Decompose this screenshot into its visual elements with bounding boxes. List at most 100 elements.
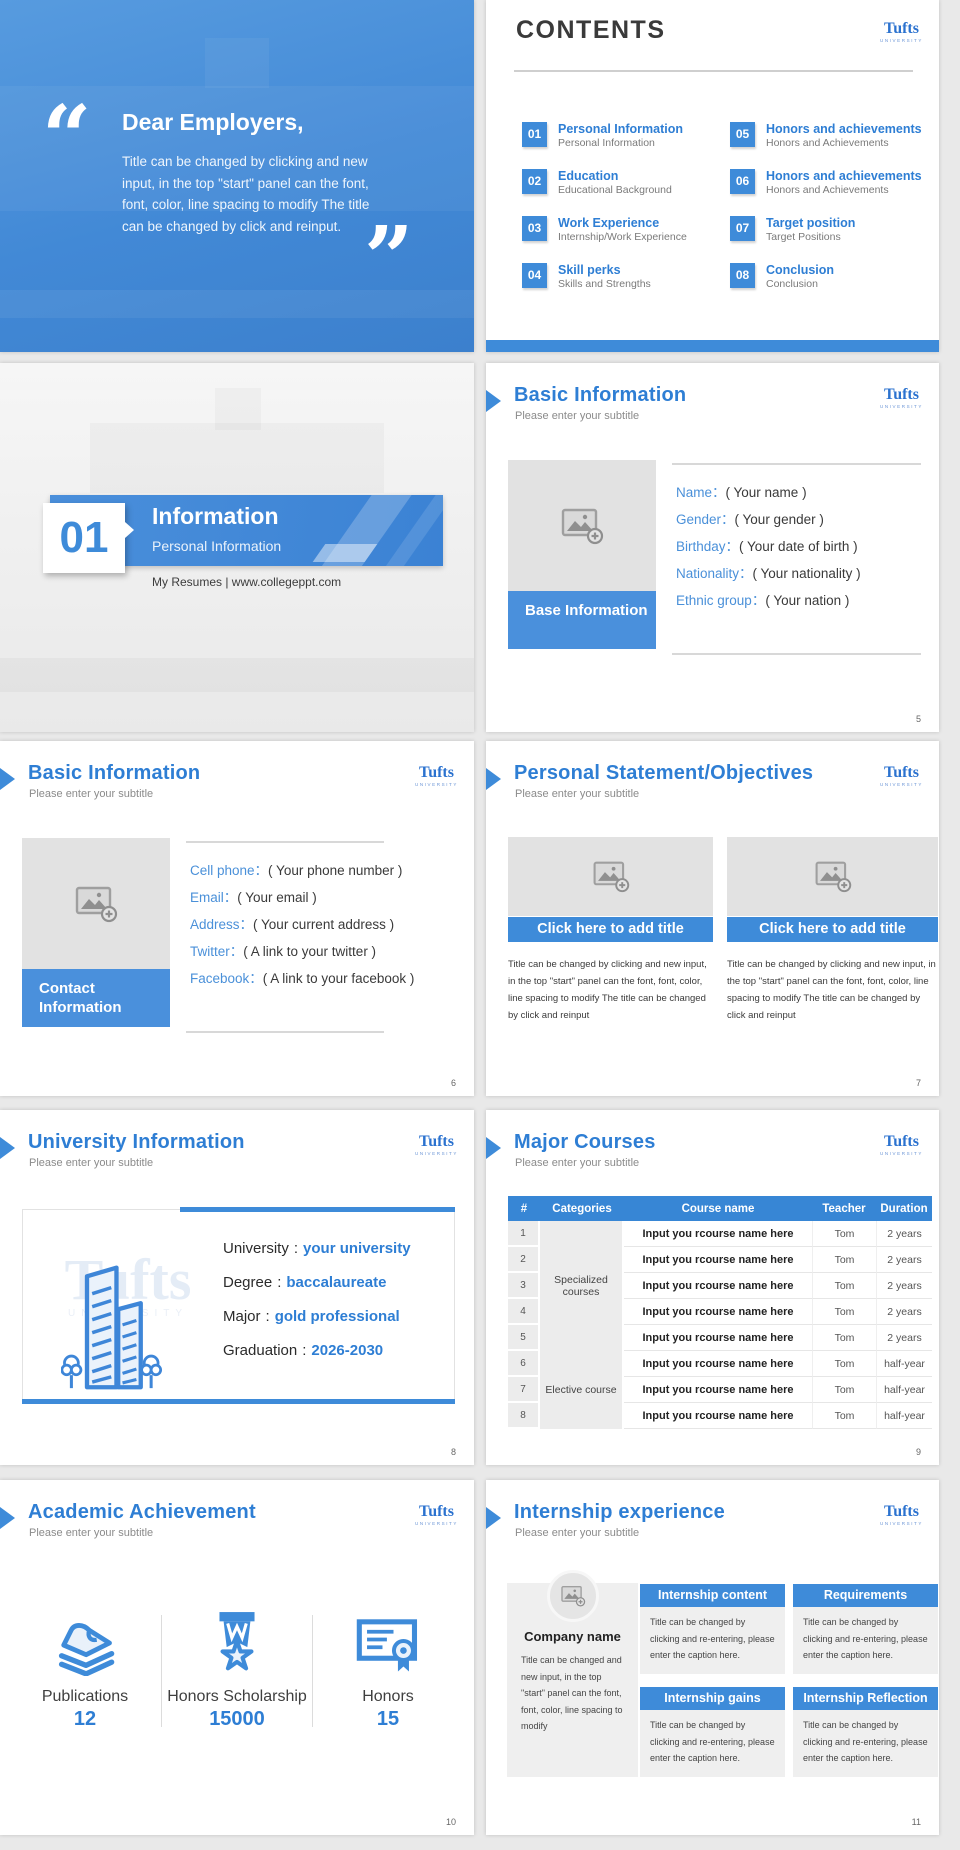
divider — [672, 653, 921, 655]
field-colon: ： — [739, 566, 753, 581]
slide-subtitle: Please enter your subtitle — [515, 788, 639, 800]
toc-number-badge: 08 — [730, 263, 755, 288]
slide-personal-statement[interactable]: Personal Statement/Objectives Please ent… — [486, 741, 939, 1096]
add-title-button[interactable]: Click here to add title — [508, 917, 713, 942]
field-row: Nationality：( Your nationality ) — [676, 560, 861, 587]
page-number: 9 — [916, 1447, 921, 1457]
slide-section-divider[interactable]: 01 Information Personal Information My R… — [0, 363, 474, 732]
medal-icon — [212, 1610, 262, 1676]
field-row: Gender：( Your gender ) — [676, 506, 861, 533]
table-row: 6 Elective course Input you rcourse name… — [508, 1351, 932, 1377]
tufts-logo-subtext: UNIVERSITY — [415, 782, 458, 787]
slide-university-information[interactable]: University Information Please enter your… — [0, 1110, 474, 1465]
divider — [186, 841, 384, 843]
toc-item-subtitle: Conclusion — [766, 278, 834, 291]
field-row: Email：( Your email ) — [190, 884, 414, 911]
toc-item-title: Work Experience — [558, 216, 687, 231]
toc-item-subtitle: Skills and Strengths — [558, 278, 651, 291]
quote-line: Title can be changed by clicking and new — [122, 151, 369, 173]
slide-internship-experience[interactable]: Internship experience Please enter your … — [486, 1480, 939, 1835]
internship-box-content: Internship content Title can be changed … — [640, 1584, 785, 1674]
info-badge: Contact Information — [22, 969, 170, 1027]
slide-contents[interactable]: CONTENTS Tufts UNIVERSITY 01 Personal In… — [486, 0, 939, 352]
toc-item-07: 07 Target position Target Positions — [730, 216, 939, 256]
stat-value: 15000 — [162, 1708, 312, 1731]
cell-course: Input you rcourse name here — [624, 1273, 812, 1299]
arrow-right-icon — [486, 390, 501, 412]
image-placeholder[interactable] — [22, 838, 170, 969]
cell-course: Input you rcourse name here — [624, 1377, 812, 1403]
toc-item-title: Honors and achievements — [766, 122, 922, 137]
certificate-icon — [356, 1616, 420, 1674]
field-label: Email — [190, 890, 224, 905]
tufts-logo-subtext: UNIVERSITY — [880, 1151, 923, 1156]
toc-item-title: Conclusion — [766, 263, 834, 278]
section-caption: My Resumes | www.collegeppt.com — [152, 575, 341, 589]
slide-title: Basic Information — [514, 384, 686, 407]
add-title-button[interactable]: Click here to add title — [727, 917, 938, 942]
box-title: Internship Reflection — [793, 1687, 938, 1710]
section-number: 01 — [43, 503, 125, 573]
slide-subtitle: Please enter your subtitle — [29, 788, 153, 800]
toc-number-badge: 04 — [522, 263, 547, 288]
toc-item-subtitle: Honors and Achievements — [766, 137, 922, 150]
field-label: Graduation — [223, 1342, 297, 1359]
column-header: Course name — [624, 1196, 812, 1221]
university-fields: University:your university Degree:baccal… — [223, 1232, 411, 1368]
image-placeholder[interactable] — [727, 837, 938, 916]
slide-title: Basic Information — [28, 762, 200, 785]
image-placeholder-icon — [592, 860, 630, 893]
field-colon: ： — [721, 512, 735, 527]
field-row: Degree:baccalaureate — [223, 1266, 411, 1300]
company-name: Company name — [507, 1629, 638, 1644]
cell-teacher: Tom — [812, 1247, 876, 1273]
slide-academic-achievement[interactable]: Academic Achievement Please enter your s… — [0, 1480, 474, 1835]
tufts-logo-subtext: UNIVERSITY — [880, 38, 923, 43]
tufts-logo-wordmark: Tufts — [415, 1135, 458, 1149]
toc-item-subtitle: Educational Background — [558, 184, 672, 197]
toc-number-badge: 03 — [522, 216, 547, 241]
field-row: Facebook：( A link to your facebook ) — [190, 965, 414, 992]
tufts-logo-wordmark: Tufts — [415, 1505, 458, 1519]
cell-teacher: Tom — [812, 1403, 876, 1429]
quote-line: font, color, line spacing to modify The … — [122, 194, 369, 216]
box-body: Title can be changed by clicking and re-… — [793, 1607, 938, 1674]
slide-major-courses[interactable]: Major Courses Please enter your subtitle… — [486, 1110, 939, 1465]
image-placeholder[interactable] — [547, 1570, 599, 1622]
toc-item-title: Skill perks — [558, 263, 651, 278]
arrow-right-icon — [486, 768, 501, 790]
image-placeholder[interactable] — [508, 837, 713, 916]
tufts-logo: Tufts UNIVERSITY — [880, 388, 923, 409]
field-label: Facebook — [190, 971, 249, 986]
field-colon: ： — [752, 593, 766, 608]
cell-duration: half-year — [876, 1377, 932, 1403]
field-row: Major:gold professional — [223, 1300, 411, 1334]
cell-num: 4 — [508, 1299, 540, 1325]
column-header: Categories — [540, 1196, 624, 1221]
field-colon: : — [266, 1308, 270, 1325]
cell-duration: half-year — [876, 1351, 932, 1377]
field-row: Address：( Your current address ) — [190, 911, 414, 938]
field-label: Birthday — [676, 539, 726, 554]
cell-duration: 2 years — [876, 1247, 932, 1273]
tufts-logo-subtext: UNIVERSITY — [880, 404, 923, 409]
cell-teacher: Tom — [812, 1325, 876, 1351]
field-row: Name：( Your name ) — [676, 479, 861, 506]
page-number: 11 — [912, 1817, 921, 1827]
info-fields: Cell phone：( Your phone number ) Email：(… — [190, 857, 414, 992]
field-value: baccalaureate — [286, 1274, 386, 1291]
toc-number-badge: 07 — [730, 216, 755, 241]
toc-number-badge: 02 — [522, 169, 547, 194]
slide-quote[interactable]: “ Dear Employers, Title can be changed b… — [0, 0, 474, 352]
page-number: 6 — [451, 1078, 456, 1088]
banner-stripe — [313, 544, 378, 562]
tufts-logo-wordmark: Tufts — [415, 766, 458, 780]
image-placeholder[interactable] — [508, 460, 656, 591]
slide-basic-information[interactable]: Basic Information Please enter your subt… — [486, 363, 939, 732]
university-building-icon — [61, 1250, 165, 1398]
tufts-logo-subtext: UNIVERSITY — [415, 1151, 458, 1156]
cell-category: Elective course — [540, 1351, 624, 1429]
toc-item-subtitle: Internship/Work Experience — [558, 231, 687, 244]
slide-contact-information[interactable]: Basic Information Please enter your subt… — [0, 741, 474, 1096]
panel-caption: Title can be changed by clicking and new… — [727, 956, 938, 1024]
